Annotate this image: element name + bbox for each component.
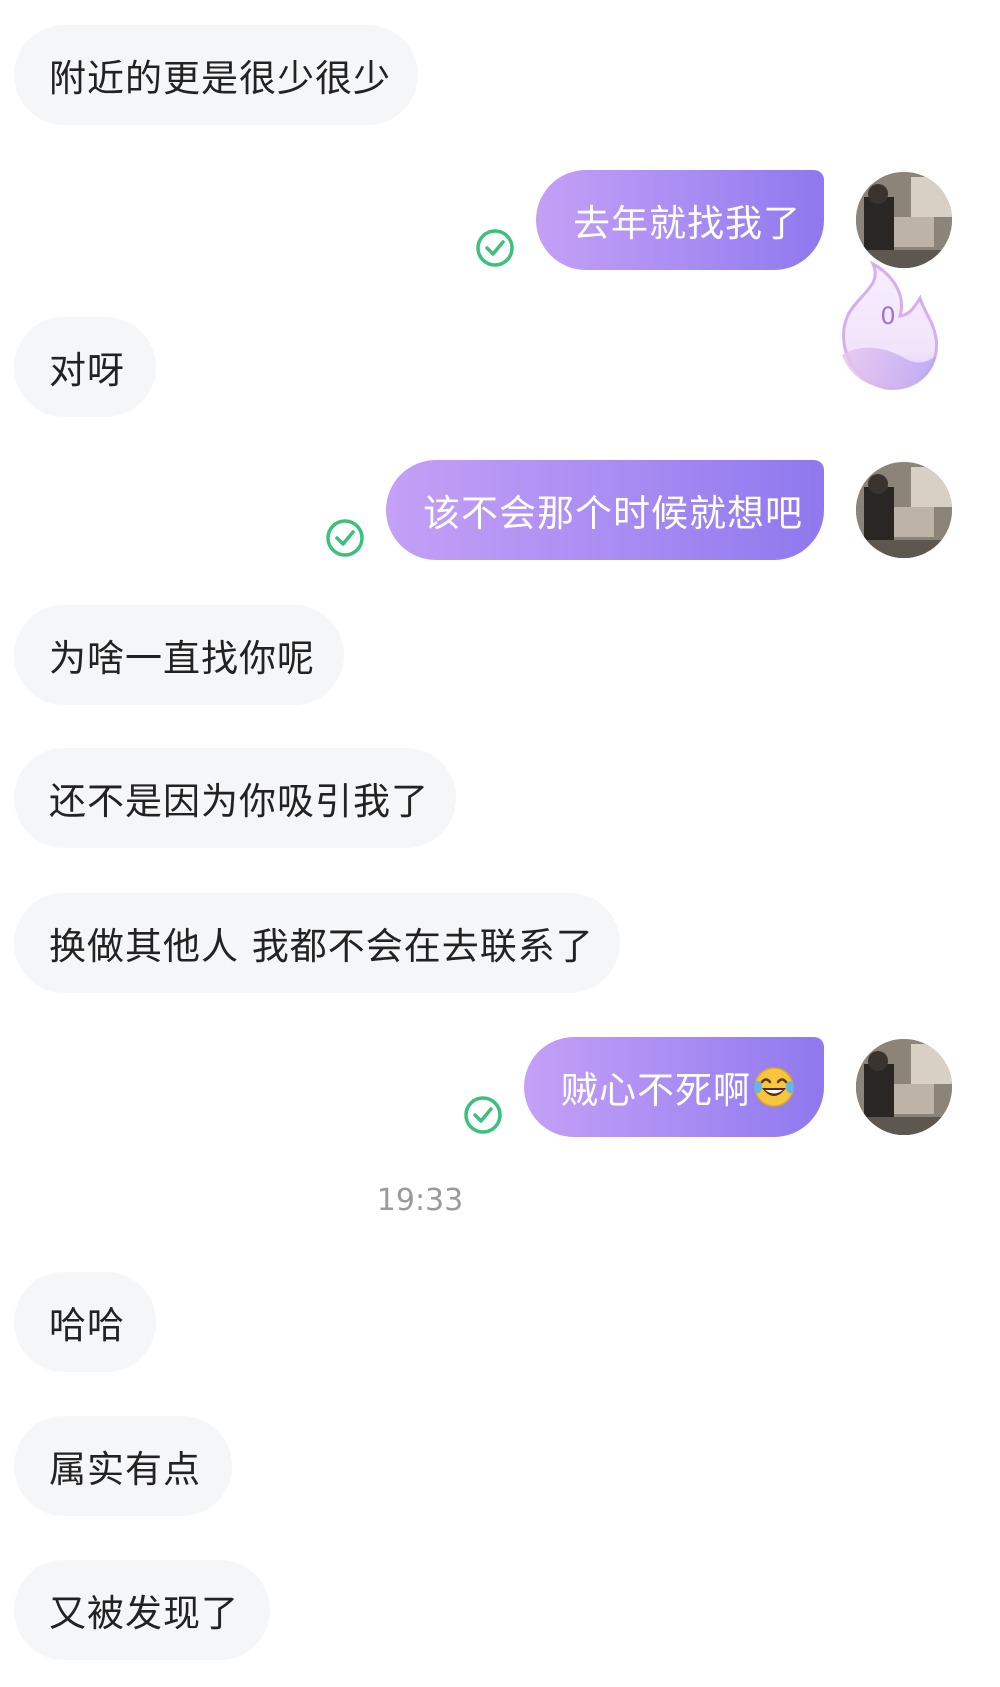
incoming-message[interactable]: 还不是因为你吸引我了: [14, 748, 456, 848]
message-text: 附近的更是很少很少: [49, 57, 391, 100]
flame-icon[interactable]: 0: [828, 260, 943, 395]
user-avatar[interactable]: [856, 172, 952, 268]
incoming-message[interactable]: 哈哈: [14, 1272, 156, 1372]
delivered-check-icon: [476, 229, 514, 267]
message-text: 哈哈: [49, 1304, 125, 1347]
message-text: 该不会那个时候就想吧: [423, 492, 803, 535]
incoming-message[interactable]: 对呀: [14, 317, 156, 417]
timestamp-divider: 19:33: [376, 1183, 464, 1218]
outgoing-message[interactable]: 该不会那个时候就想吧: [386, 460, 824, 560]
message-text: 对呀: [49, 349, 125, 392]
message-text: 去年就找我了: [573, 202, 801, 245]
delivered-check-icon: [464, 1096, 502, 1134]
incoming-message[interactable]: 附近的更是很少很少: [14, 25, 418, 125]
incoming-message[interactable]: 为啥一直找你呢: [14, 605, 344, 705]
message-text: 贼心不死啊: [561, 1069, 751, 1112]
outgoing-message[interactable]: 去年就找我了: [536, 170, 824, 270]
message-text: 又被发现了: [49, 1592, 239, 1635]
user-avatar[interactable]: [856, 462, 952, 558]
incoming-message[interactable]: 又被发现了: [14, 1560, 270, 1660]
message-text: 为啥一直找你呢: [49, 637, 315, 680]
message-text: 换做其他人 我都不会在去联系了: [49, 925, 594, 968]
tears-of-joy-emoji-icon: [754, 1067, 794, 1107]
incoming-message[interactable]: 属实有点: [14, 1416, 232, 1516]
outgoing-message[interactable]: 贼心不死啊: [524, 1037, 824, 1137]
user-avatar[interactable]: [856, 1039, 952, 1135]
delivered-check-icon: [326, 519, 364, 557]
message-text: 还不是因为你吸引我了: [49, 780, 429, 823]
flame-count: 0: [880, 302, 895, 330]
incoming-message[interactable]: 换做其他人 我都不会在去联系了: [14, 893, 620, 993]
message-text: 属实有点: [49, 1448, 201, 1491]
